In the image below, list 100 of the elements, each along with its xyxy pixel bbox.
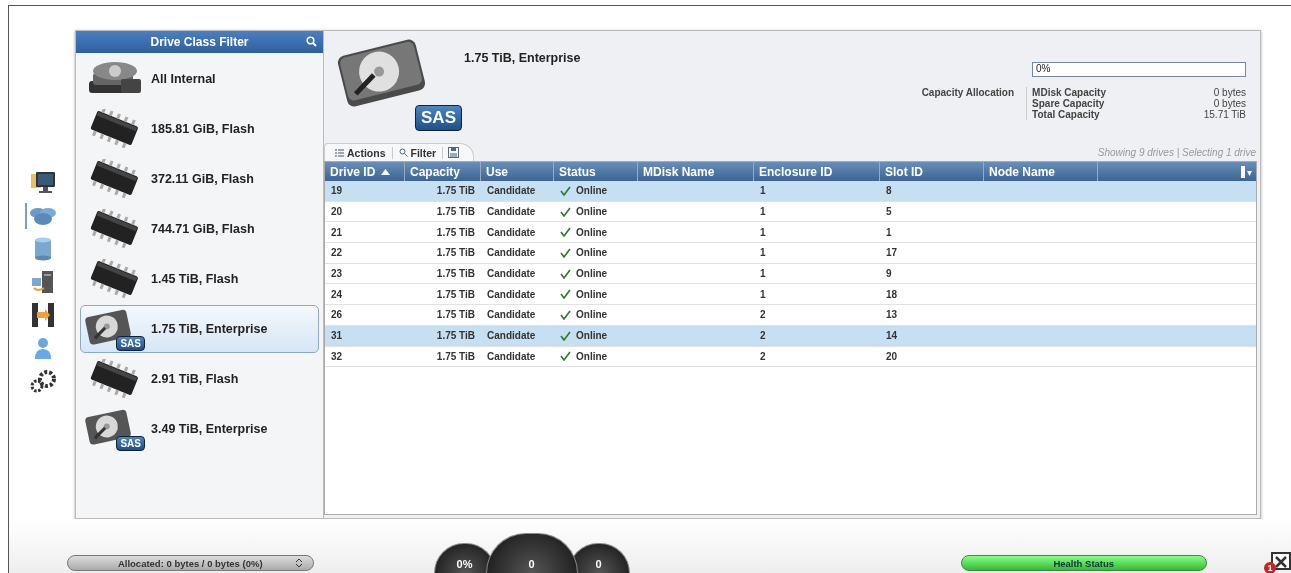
table-cell-text: 14 <box>885 330 899 342</box>
table-row[interactable]: 23 1.75 TiB Candidate Online 1 9 <box>325 263 1256 285</box>
storage-pools-icon[interactable] <box>29 205 57 227</box>
table-row[interactable]: 21 1.75 TiB Candidate Online 1 1 <box>325 222 1256 244</box>
table-cell-text: 13 <box>885 309 899 321</box>
drive-class-item[interactable]: 744.71 GiB, Flash <box>80 205 319 253</box>
status-text: Online <box>576 226 608 238</box>
table-cell-text: 26 <box>330 309 344 321</box>
status-text: Online <box>576 330 608 342</box>
table-cell-text: 1.75 TiB <box>435 330 476 342</box>
sas-label: SAS <box>116 336 145 351</box>
table-cell-text: 1.75 TiB <box>435 247 476 259</box>
health-status-bar[interactable]: Health Status <box>960 555 1207 571</box>
table-cell-text: 9 <box>885 268 893 280</box>
monitor-icon[interactable] <box>30 171 56 195</box>
status-text: Online <box>576 309 608 321</box>
table-cell-text: Candidate <box>486 226 537 238</box>
table-cell-text: 1 <box>759 268 767 280</box>
calendar-close-icon[interactable] <box>1271 550 1291 570</box>
actions-button[interactable]: Actions <box>329 146 393 159</box>
drive-class-item[interactable]: 372.11 GiB, Flash <box>80 155 319 203</box>
table-cell-text: 1.75 TiB <box>435 268 476 280</box>
status-text: Online <box>576 185 608 197</box>
column-picker-icon[interactable] <box>1241 165 1252 178</box>
table-cell-text: 31 <box>330 330 344 342</box>
alert-count-badge: 1 <box>1264 562 1276 573</box>
table-cell-text: Candidate <box>486 309 537 321</box>
table-row[interactable]: 24 1.75 TiB Candidate Online 1 18 <box>325 284 1256 306</box>
capacity-label: MDisk Capacity <box>1032 87 1106 98</box>
checkmark-icon <box>560 227 571 238</box>
table-cell-text: Candidate <box>486 247 537 259</box>
sas-label: SAS <box>415 105 462 131</box>
filter-button[interactable]: Filter <box>392 146 444 159</box>
table-row[interactable]: 22 1.75 TiB Candidate Online 1 17 <box>325 243 1256 264</box>
capacity-value: 0 bytes <box>1213 98 1246 109</box>
status-text: Online <box>576 247 608 259</box>
expand-icon[interactable] <box>294 559 303 567</box>
table-row[interactable]: 19 1.75 TiB Candidate Online 1 8 <box>325 181 1256 202</box>
drive-class-item[interactable]: 1.45 TiB, Flash <box>80 255 319 303</box>
search-icon[interactable] <box>306 36 317 47</box>
checkmark-icon <box>560 309 571 320</box>
table-cell-text: Candidate <box>486 330 537 342</box>
table-cell-text: 2 <box>759 330 767 342</box>
drive-class-item[interactable]: 2.91 TiB, Flash <box>80 355 319 403</box>
status-text: Online <box>576 288 608 300</box>
table-row[interactable]: 31 1.75 TiB Candidate Online 2 14 <box>325 325 1256 347</box>
capacity-value: 0 bytes <box>1212 87 1246 98</box>
table-row[interactable]: 32 1.75 TiB Candidate Online 2 20 <box>325 346 1256 368</box>
checkmark-icon <box>560 185 571 196</box>
drive-class-item[interactable]: SAS 1.75 TiB, Enterprise <box>80 305 319 353</box>
table-cell-text: 24 <box>330 288 344 300</box>
table-cell-text: 20 <box>330 206 344 218</box>
checkmark-icon <box>560 330 571 341</box>
table-cell-text: 1 <box>759 226 767 238</box>
table-cell-text: 23 <box>330 268 344 280</box>
table-cell-text: 1 <box>759 185 767 197</box>
checkmark-icon <box>560 351 571 362</box>
host-server-icon[interactable] <box>30 270 56 294</box>
sas-label: SAS <box>116 436 145 451</box>
table-cell-text: 21 <box>330 226 344 238</box>
table-cell-text: 1.75 TiB <box>435 288 476 300</box>
table-row[interactable]: 20 1.75 TiB Candidate Online 1 5 <box>325 201 1256 223</box>
table-cell-text: 1.75 TiB <box>435 226 476 238</box>
save-icon[interactable] <box>448 147 460 158</box>
table-cell-text: 1.75 TiB <box>435 350 476 362</box>
capacity-value: 15.71 TiB <box>1202 109 1246 120</box>
table-cell-text: 2 <box>759 350 767 362</box>
drive-class-item[interactable]: SAS 3.49 TiB, Enterprise <box>80 405 319 453</box>
table-cell-text: 2 <box>759 309 767 321</box>
table-cell-text: 1 <box>759 206 767 218</box>
table-cell-text: 1.75 TiB <box>435 309 476 321</box>
copy-services-icon[interactable] <box>30 302 56 328</box>
selection-summary: Showing 9 drives | Selecting 1 drive <box>1097 146 1256 158</box>
table-row[interactable]: 26 1.75 TiB Candidate Online 2 13 <box>325 305 1256 326</box>
table-cell-text: 32 <box>330 350 344 362</box>
gauge: 0 <box>485 533 578 573</box>
status-text: Online <box>576 350 608 362</box>
table-cell-text: 1.75 TiB <box>435 185 476 197</box>
drive-class-item[interactable]: All Internal <box>80 55 319 103</box>
table-cell-text: 20 <box>885 350 899 362</box>
table-cell-text: 1 <box>885 226 893 238</box>
table-cell-text: 5 <box>885 206 893 218</box>
table-cell-text: 8 <box>885 185 893 197</box>
capacity-progress-bar: 0% <box>1032 62 1246 77</box>
capacity-allocation-label: Capacity Allocation <box>921 87 1015 100</box>
table-cell-text: 1 <box>759 288 767 300</box>
table-cell-text: 18 <box>885 288 899 300</box>
drive-class-item[interactable]: 185.81 GiB, Flash <box>80 105 319 153</box>
status-text: Online <box>576 206 608 218</box>
list-icon <box>335 148 344 157</box>
table-cell-text: Candidate <box>486 350 537 362</box>
table-cell-text: 17 <box>885 247 899 259</box>
volume-icon[interactable] <box>33 237 53 261</box>
filter-panel-title: Drive Class Filter <box>76 31 323 53</box>
table-cell-text: 19 <box>330 185 344 197</box>
checkmark-icon <box>560 206 571 217</box>
capacity-label: Spare Capacity <box>1032 98 1105 109</box>
table-cell-text: Candidate <box>486 288 537 300</box>
table-cell-text: Candidate <box>486 268 537 280</box>
settings-icon[interactable] <box>29 369 57 393</box>
